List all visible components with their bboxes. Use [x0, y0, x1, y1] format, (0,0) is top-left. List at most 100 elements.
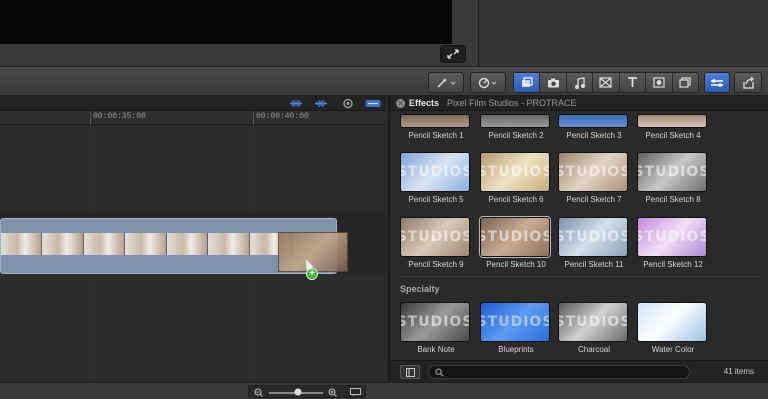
effects-footer: 41 items	[390, 360, 768, 382]
audio-skimming-icon[interactable]	[314, 99, 328, 108]
share-button[interactable]	[734, 72, 762, 93]
snapping-icon[interactable]	[365, 99, 381, 108]
effect-item[interactable]: STUDIOS Pencil Sketch 7	[558, 152, 630, 204]
effect-label: Pencil Sketch 4	[645, 131, 701, 140]
effect-item[interactable]: Pencil Sketch 1	[400, 114, 472, 140]
camera-icon	[547, 78, 559, 87]
effects-browser: × Effects Pixel Film Studios - PROTRACE …	[388, 96, 768, 382]
effect-item[interactable]: STUDIOS Pencil Sketch 6	[480, 152, 552, 204]
zoom-in-icon[interactable]	[328, 388, 338, 397]
effect-item[interactable]: STUDIOS Pencil Sketch 8	[637, 152, 709, 204]
effect-thumbnail: STUDIOS	[558, 217, 628, 257]
clip-appearance-icon[interactable]	[350, 388, 361, 397]
magic-wand-button[interactable]	[428, 72, 464, 93]
clips-browser-button[interactable]	[514, 73, 541, 92]
audio-waveform-icon[interactable]	[289, 99, 303, 108]
effect-thumbnail: STUDIOS	[480, 302, 550, 342]
effect-label: Pencil Sketch 2	[488, 131, 544, 140]
effect-thumbnail: STUDIOS	[400, 217, 470, 257]
inspector-pane	[478, 0, 768, 66]
clip-filmstrip	[1, 233, 291, 255]
effect-thumbnail: STUDIOS	[637, 217, 707, 257]
effect-item[interactable]: STUDIOS Pencil Sketch 5	[400, 152, 472, 204]
titles-browser-button[interactable]	[620, 73, 647, 92]
effect-label: Bank Note	[417, 345, 455, 354]
effect-item[interactable]: STUDIOS Bank Note	[400, 302, 472, 354]
music-note-icon	[575, 76, 586, 89]
effect-label: Pencil Sketch 9	[408, 260, 464, 269]
effect-label: Water Color	[651, 345, 695, 354]
bottom-bar	[0, 382, 768, 399]
magic-wand-icon	[437, 77, 456, 88]
viewer-area	[0, 0, 768, 66]
themes-icon	[679, 77, 691, 88]
effect-thumbnail	[558, 114, 628, 128]
timecode-label: 00:00:35:00	[93, 112, 146, 121]
close-icon[interactable]: ×	[396, 98, 405, 108]
effect-label: Pencil Sketch 5	[408, 195, 464, 204]
effect-label: Pencil Sketch 1	[408, 131, 464, 140]
effect-item[interactable]: STUDIOS Pencil Sketch 11	[558, 217, 630, 269]
effect-item[interactable]: STUDIOS Pencil Sketch 10	[479, 216, 552, 269]
inspector-icon	[711, 78, 723, 87]
effect-thumbnail: STUDIOS	[558, 152, 628, 192]
timecode-label: 00:00:40:00	[256, 112, 309, 121]
effect-label: Pencil Sketch 12	[643, 260, 703, 269]
fullscreen-button[interactable]	[440, 45, 466, 63]
generators-browser-button[interactable]	[646, 73, 673, 92]
effect-label: Pencil Sketch 6	[488, 195, 544, 204]
effect-item[interactable]: STUDIOS Pencil Sketch 12	[637, 217, 709, 269]
effect-label: Charcoal	[577, 345, 610, 354]
retime-button[interactable]	[470, 72, 506, 93]
effects-search-input[interactable]	[428, 365, 690, 379]
fullscreen-icon	[447, 49, 459, 59]
effect-label: Pencil Sketch 8	[645, 195, 701, 204]
transitions-icon	[599, 77, 613, 88]
effect-item[interactable]: Water Color	[637, 302, 709, 354]
photos-browser-button[interactable]	[540, 73, 567, 92]
add-plus-icon: +	[306, 268, 318, 280]
generators-icon	[653, 77, 665, 88]
effect-label: Pencil Sketch 3	[566, 131, 622, 140]
effect-thumbnail: STUDIOS	[400, 302, 470, 342]
effect-label: Pencil Sketch 11	[564, 260, 624, 269]
transitions-browser-button[interactable]	[593, 73, 620, 92]
effect-item[interactable]: STUDIOS Charcoal	[558, 302, 630, 354]
themes-browser-button[interactable]	[673, 73, 698, 92]
retime-icon	[478, 77, 497, 88]
clips-icon	[521, 77, 533, 87]
timeline-header	[0, 96, 386, 111]
show-sidebar-button[interactable]	[400, 365, 420, 379]
zoom-out-icon[interactable]	[254, 388, 264, 397]
viewer-divider	[470, 0, 478, 66]
effect-label: Pencil Sketch 7	[566, 195, 622, 204]
timeline-zoom-control	[248, 385, 366, 398]
music-browser-button[interactable]	[567, 73, 594, 92]
effect-thumbnail: STUDIOS	[479, 216, 551, 258]
sidebar-icon	[406, 368, 415, 377]
solo-icon[interactable]	[342, 98, 354, 109]
effect-item[interactable]: STUDIOS Blueprints	[480, 302, 552, 354]
effect-label: Pencil Sketch 10	[486, 260, 546, 269]
effect-item[interactable]: Pencil Sketch 2	[480, 114, 552, 140]
share-icon	[743, 76, 754, 89]
effects-header: × Effects Pixel Film Studios - PROTRACE	[390, 96, 768, 111]
zoom-slider-knob[interactable]	[294, 388, 302, 396]
effects-title: Effects	[409, 98, 440, 108]
toolbar	[0, 66, 768, 96]
effect-thumbnail	[400, 114, 470, 128]
effect-item[interactable]: Pencil Sketch 3	[558, 114, 630, 140]
effect-thumbnail: STUDIOS	[400, 152, 470, 192]
title-t-icon	[627, 77, 637, 87]
effect-thumbnail: STUDIOS	[637, 152, 707, 192]
effects-breadcrumb: Pixel Film Studios - PROTRACE	[447, 98, 577, 108]
browser-group	[513, 72, 699, 93]
timeline-ruler[interactable]: 00:00:35:00 00:00:40:00	[0, 111, 386, 125]
timeline[interactable]: 00:00:35:00 00:00:40:00 +	[0, 96, 386, 382]
item-count: 41 items	[723, 367, 754, 376]
inspector-toggle-button[interactable]	[704, 72, 730, 93]
section-title: Specialty	[400, 284, 440, 294]
search-icon	[435, 368, 444, 377]
effect-item[interactable]: Pencil Sketch 4	[637, 114, 709, 140]
effect-item[interactable]: STUDIOS Pencil Sketch 9	[400, 217, 472, 269]
